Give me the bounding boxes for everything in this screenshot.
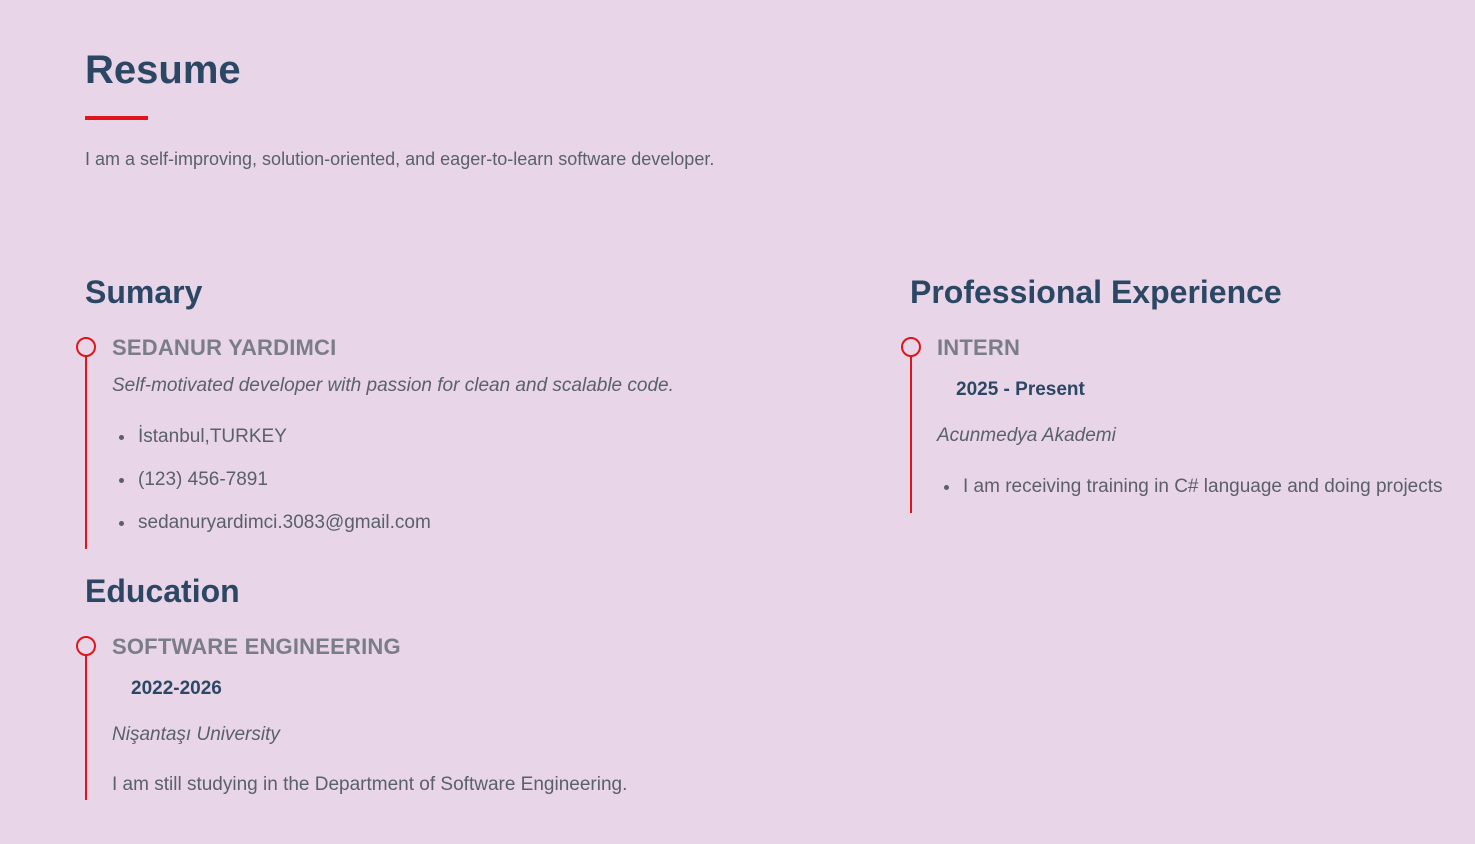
summary-heading: Sumary [85, 274, 203, 310]
summary-name: SEDANUR YARDIMCI [112, 335, 337, 360]
timeline-dot-icon [76, 636, 96, 656]
contact-location: İstanbul,TURKEY [114, 425, 431, 468]
summary-item: SEDANUR YARDIMCI Self-motivated develope… [76, 335, 785, 549]
contact-list: İstanbul,TURKEY (123) 456-7891 sedanurya… [114, 425, 431, 554]
education-degree: SOFTWARE ENGINEERING [112, 634, 401, 659]
experience-role: INTERN [937, 335, 1021, 360]
education-description: I am still studying in the Department of… [112, 774, 628, 795]
education-years: 2022-2026 [131, 678, 222, 699]
contact-phone: (123) 456-7891 [114, 468, 431, 511]
duty-item: I am receiving training in C# language a… [939, 475, 1443, 518]
experience-item: INTERN 2025 - Present Acunmedya Akademi … [901, 335, 1470, 513]
timeline-dot-icon [76, 337, 96, 357]
experience-period: 2025 - Present [956, 379, 1085, 400]
page-title: Resume [85, 48, 241, 92]
timeline-dot-icon [901, 337, 921, 357]
summary-tagline: Self-motivated developer with passion fo… [112, 375, 674, 396]
experience-heading: Professional Experience [910, 274, 1282, 310]
experience-company: Acunmedya Akademi [937, 425, 1116, 446]
education-item: SOFTWARE ENGINEERING 2022-2026 Nişantaşı… [76, 634, 785, 800]
education-school: Nişantaşı University [112, 724, 280, 745]
title-underline [85, 116, 148, 120]
intro-text: I am a self-improving, solution-oriented… [85, 149, 715, 169]
contact-email: sedanuryardimci.3083@gmail.com [114, 511, 431, 554]
education-heading: Education [85, 573, 240, 609]
duties-list: I am receiving training in C# language a… [939, 475, 1443, 518]
